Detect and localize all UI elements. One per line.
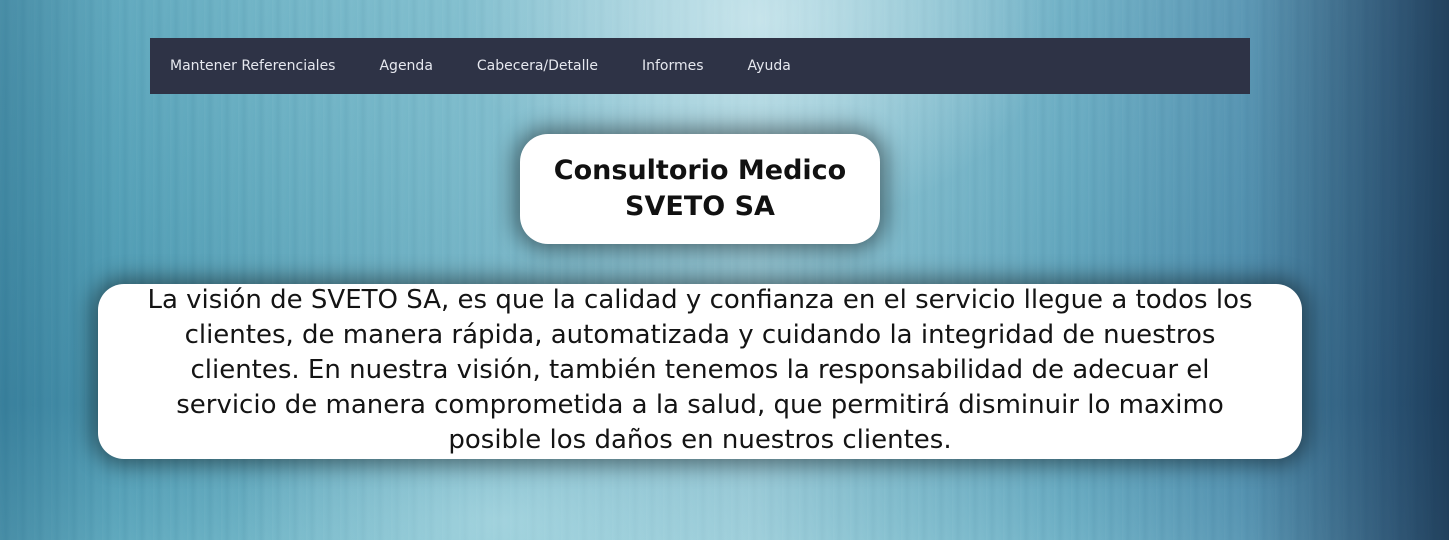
nav-item-ayuda[interactable]: Ayuda [748,58,791,74]
nav-item-informes[interactable]: Informes [642,58,704,74]
vision-paragraph: La visión de SVETO SA, es que la calidad… [147,285,1253,455]
page-title-line-2: SVETO SA [625,191,775,222]
vision-card: La visión de SVETO SA, es que la calidad… [98,284,1302,459]
page-title-line-1: Consultorio Medico [553,155,847,186]
nav-item-mantener-referenciales[interactable]: Mantener Referenciales [170,58,335,74]
nav-item-agenda[interactable]: Agenda [379,58,432,74]
top-navigation-bar: Mantener Referenciales Agenda Cabecera/D… [150,38,1250,94]
nav-item-cabecera-detalle[interactable]: Cabecera/Detalle [477,58,598,74]
title-card: Consultorio Medico SVETO SA [520,134,880,244]
